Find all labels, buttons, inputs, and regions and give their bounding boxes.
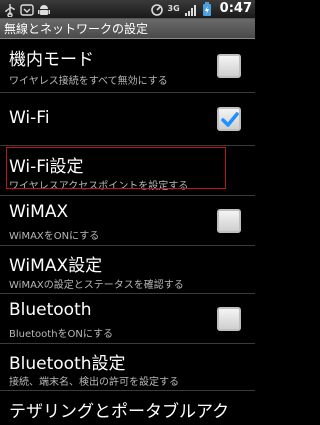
- checkmark-icon: [221, 112, 239, 127]
- wifi-item[interactable]: Wi-Fi: [0, 93, 255, 146]
- airplane-mode-checkbox[interactable]: [217, 54, 241, 78]
- sync-icon: [150, 2, 164, 16]
- item-summary: 接続、端末名、検出の許可を設定する: [9, 377, 179, 388]
- signal-icon: [184, 2, 198, 16]
- network-type-label: 3G: [167, 4, 180, 13]
- item-summary: ワイヤレス接続をすべて無効にする: [9, 76, 168, 87]
- item-title: WiMAX: [9, 202, 69, 222]
- item-title: テザリングとポータブルアク: [9, 402, 230, 422]
- wimax-checkbox[interactable]: [217, 209, 241, 233]
- page-title: 無線とネットワークの設定: [0, 19, 255, 39]
- item-title: Wi-Fi設定: [9, 157, 84, 177]
- item-title: WiMAX設定: [9, 256, 103, 276]
- wimax-settings-item[interactable]: WiMAX設定 WiMAXの設定とステータスを確認する: [0, 246, 255, 294]
- bluetooth-item[interactable]: Bluetooth BluetoothをONにする: [0, 294, 255, 344]
- airplane-mode-item[interactable]: 機内モード ワイヤレス接続をすべて無効にする: [0, 39, 255, 93]
- settings-list: 機内モード ワイヤレス接続をすべて無効にする Wi-Fi Wi-Fi設定 ワイヤ…: [0, 39, 255, 425]
- status-bar: 3G 0:47: [0, 0, 255, 19]
- item-summary: WiMAXの設定とステータスを確認する: [9, 280, 184, 291]
- bluetooth-settings-item[interactable]: Bluetooth設定 接続、端末名、検出の許可を設定する: [0, 344, 255, 391]
- usb-icon: [3, 2, 17, 18]
- item-title: Wi-Fi: [9, 108, 50, 128]
- tethering-item[interactable]: テザリングとポータブルアク: [0, 391, 255, 425]
- notification-icon: [20, 2, 34, 16]
- clock: 0:47: [219, 1, 252, 16]
- android-icon: [37, 2, 51, 16]
- item-title: 機内モード: [9, 50, 94, 70]
- wifi-settings-item[interactable]: Wi-Fi設定 ワイヤレスアクセスポイントを設定する: [0, 146, 255, 196]
- item-summary: BluetoothをONにする: [9, 329, 113, 340]
- item-title: Bluetooth設定: [9, 354, 126, 374]
- battery-icon: [202, 1, 216, 16]
- item-summary: ワイヤレスアクセスポイントを設定する: [9, 181, 189, 192]
- item-title: Bluetooth: [9, 300, 92, 320]
- wifi-checkbox[interactable]: [217, 107, 241, 131]
- item-summary: WiMAXをONにする: [9, 231, 100, 242]
- bluetooth-checkbox[interactable]: [217, 307, 241, 331]
- wimax-item[interactable]: WiMAX WiMAXをONにする: [0, 196, 255, 246]
